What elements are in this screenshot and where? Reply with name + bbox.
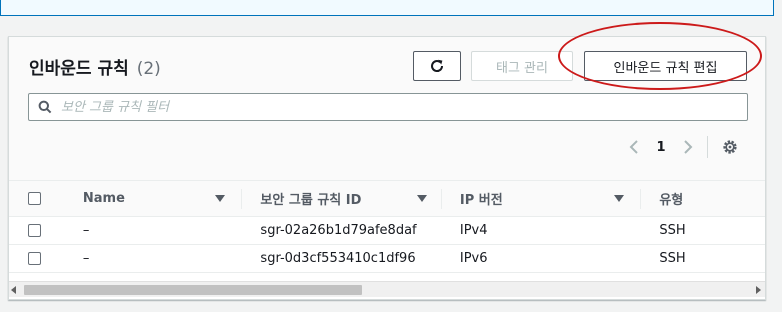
search-icon: [29, 100, 61, 114]
cell-ip-version: IPv4: [459, 223, 488, 238]
info-banner: [0, 0, 774, 16]
rule-count: (2): [136, 59, 161, 79]
column-header-label: IP 버전: [459, 193, 503, 208]
rules-table: Name 보안 그룹 규칙 ID IP 버전 유형 – sgr-02a26b1d…: [9, 181, 765, 273]
inbound-rules-panel: 인바운드 규칙 (2) 태그 관리 인바운드 규칙 편집 1: [8, 36, 766, 300]
next-page-button[interactable]: [675, 135, 701, 159]
row-checkbox[interactable]: [28, 252, 41, 265]
cell-type: SSH: [659, 223, 686, 238]
select-all-cell: [9, 192, 63, 205]
search-input[interactable]: [61, 99, 721, 115]
sort-down-icon: [215, 195, 226, 202]
column-header-type[interactable]: 유형: [641, 189, 765, 208]
column-header-name[interactable]: Name: [63, 188, 243, 209]
chevron-left-icon: [629, 140, 638, 154]
previous-page-button[interactable]: [621, 135, 647, 159]
column-header-ip-version[interactable]: IP 버전: [442, 188, 642, 209]
select-all-checkbox[interactable]: [28, 192, 41, 205]
panel-title-text: 인바운드 규칙: [29, 59, 129, 79]
cell-name: –: [82, 223, 90, 238]
table-row[interactable]: – sgr-0d3cf553410c1df96 IPv6 SSH: [9, 245, 765, 273]
table-row[interactable]: – sgr-02a26b1d79afe8daf IPv4 SSH: [9, 217, 765, 245]
cell-rule-id: sgr-0d3cf553410c1df96: [260, 251, 416, 266]
manage-tags-button[interactable]: 태그 관리: [471, 51, 573, 81]
current-page-number[interactable]: 1: [647, 140, 675, 155]
sort-down-icon: [614, 195, 625, 202]
rule-filter-field[interactable]: [28, 93, 748, 121]
horizontal-scrollbar[interactable]: [9, 281, 765, 297]
sort-down-icon: [416, 195, 427, 202]
refresh-button[interactable]: [413, 51, 461, 81]
scroll-left-icon[interactable]: [11, 286, 16, 294]
scroll-right-icon[interactable]: [756, 286, 761, 294]
scrollbar-thumb[interactable]: [24, 285, 362, 295]
gear-icon: [723, 140, 737, 154]
pagination: 1: [621, 135, 742, 159]
cell-ip-version: IPv6: [459, 251, 488, 266]
chevron-right-icon: [684, 140, 693, 154]
row-select-cell: [9, 224, 63, 237]
refresh-icon: [431, 59, 444, 72]
cell-type: SSH: [659, 251, 686, 266]
cell-name: –: [82, 251, 90, 266]
cell-rule-id: sgr-02a26b1d79afe8daf: [260, 223, 417, 238]
column-header-label: 보안 그룹 규칙 ID: [260, 193, 362, 208]
preferences-button[interactable]: [718, 135, 742, 159]
pager-divider: [707, 136, 708, 158]
row-checkbox[interactable]: [28, 224, 41, 237]
column-header-rule-id[interactable]: 보안 그룹 규칙 ID: [242, 188, 442, 209]
panel-title: 인바운드 규칙 (2): [29, 54, 161, 79]
column-header-label: Name: [82, 191, 125, 206]
table-header-row: Name 보안 그룹 규칙 ID IP 버전 유형: [9, 181, 765, 217]
panel-header: 인바운드 규칙 (2) 태그 관리 인바운드 규칙 편집 1: [9, 37, 765, 181]
row-select-cell: [9, 252, 63, 265]
edit-inbound-rules-button[interactable]: 인바운드 규칙 편집: [584, 51, 747, 81]
column-header-label: 유형: [659, 193, 684, 208]
